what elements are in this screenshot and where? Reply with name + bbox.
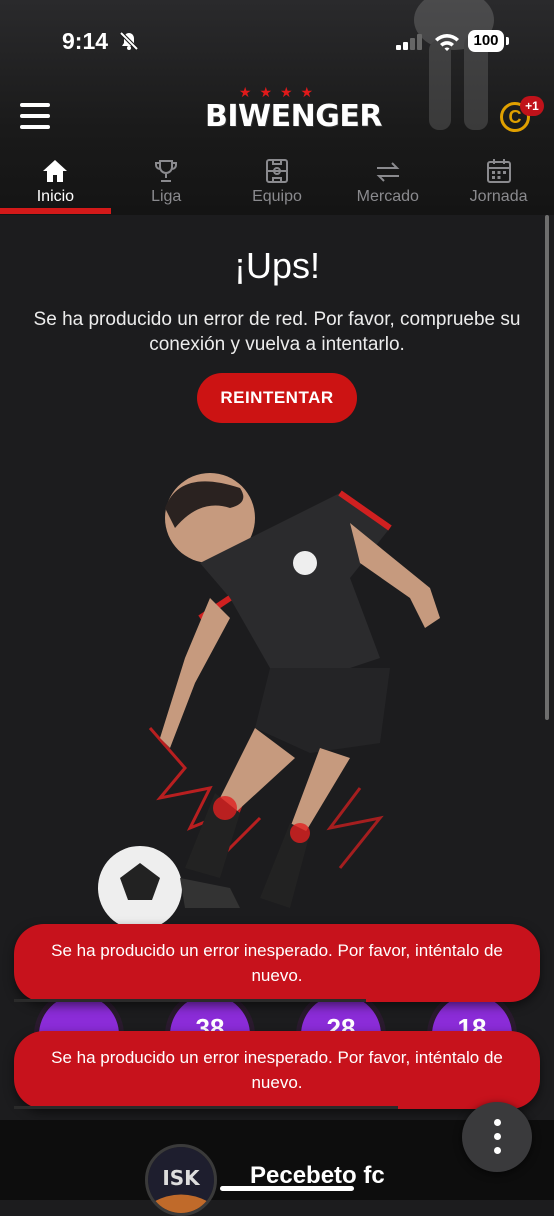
retry-button[interactable]: REINTENTAR [197, 373, 357, 423]
wifi-icon [435, 34, 459, 51]
toast-progress-bar [14, 999, 367, 1002]
toast-progress-bar [14, 1106, 398, 1109]
status-time: 9:14 [62, 28, 109, 54]
tab-inicio[interactable]: Inicio [0, 150, 111, 214]
team-crest-icon: ISK [148, 1147, 214, 1213]
status-bar: 9:14 100 [0, 26, 554, 60]
home-indicator[interactable] [220, 1186, 354, 1191]
hamburger-menu-icon[interactable] [20, 103, 50, 129]
tab-equipo[interactable]: Equipo [222, 150, 333, 214]
battery-indicator: 100 [468, 30, 509, 52]
soccer-player-illustration [98, 473, 440, 930]
tab-label: Equipo [252, 188, 302, 205]
error-message: Se ha producido un error de red. Por fav… [33, 309, 521, 355]
error-title: ¡Ups! [233, 245, 320, 286]
tab-label: Jornada [469, 188, 528, 205]
coin-badge: +1 [520, 96, 544, 116]
calendar-icon [486, 159, 511, 183]
team-crest-text: ISK [162, 1166, 201, 1190]
transfer-arrows-icon [376, 162, 400, 182]
tab-bar: Inicio Liga Equipo Mercado Jornada [0, 150, 554, 214]
tab-label: Inicio [36, 188, 75, 205]
more-options-button[interactable] [462, 1102, 532, 1172]
home-icon [43, 160, 68, 182]
tab-label: Liga [151, 188, 182, 205]
tab-liga[interactable]: Liga [111, 150, 222, 214]
tab-mercado[interactable]: Mercado [332, 150, 443, 214]
trophy-icon [155, 160, 178, 182]
tab-label: Mercado [356, 188, 419, 205]
scrollbar[interactable] [545, 215, 549, 720]
toast-message: Se ha producido un error inesperado. Por… [51, 1048, 503, 1092]
error-toast[interactable]: Se ha producido un error inesperado. Por… [14, 1031, 540, 1109]
tab-jornada[interactable]: Jornada [443, 150, 554, 214]
toast-message: Se ha producido un error inesperado. Por… [51, 941, 503, 985]
logo-text: BIWENGER [205, 99, 382, 134]
pitch-icon [265, 159, 288, 183]
app-header: 9:14 100 ★★★★ BIWENGER C +1 Inicio Liga … [0, 0, 554, 215]
biwenger-logo[interactable]: ★★★★ BIWENGER [205, 84, 382, 142]
error-toast[interactable]: Se ha producido un error inesperado. Por… [14, 924, 540, 1002]
team-avatar: ISK [145, 1144, 217, 1216]
cellular-signal-icon [396, 34, 422, 50]
bell-muted-icon [119, 31, 139, 51]
